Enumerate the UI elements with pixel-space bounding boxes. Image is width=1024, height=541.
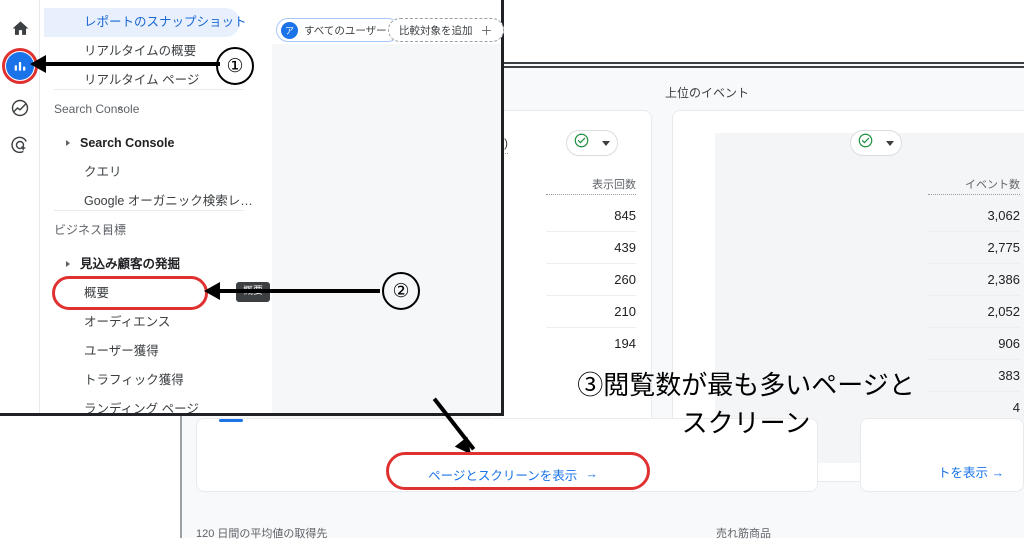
sidebar-item-label: リアルタイム ページ (84, 73, 200, 87)
right-card-status-dropdown[interactable] (850, 130, 902, 156)
left-card-metric-header: 表示回数 (546, 176, 636, 195)
audience-filter-label: すべてのユーザー (304, 24, 387, 37)
nav-divider (54, 89, 244, 90)
add-comparison-pill[interactable]: 比較対象を追加 ＋ (388, 18, 504, 42)
sidebar-item-0[interactable]: レポートのスナップショット (44, 8, 247, 37)
sidebar-item-5[interactable]: クエリ (40, 158, 122, 187)
view-events-link[interactable]: トを表示 → (938, 462, 1004, 481)
cards-panel-divider (490, 66, 1024, 68)
top-pages-value-cell: 194 (614, 336, 636, 351)
annotation-step-3-line2: スクリーン (681, 408, 811, 439)
explore-icon[interactable] (6, 94, 34, 122)
audience-avatar-icon: ア (281, 21, 298, 39)
top-events-value-cell: 2,052 (928, 296, 1020, 328)
annotation-1-arrow-head (30, 55, 46, 73)
sidebar-item-label: クエリ (84, 165, 122, 179)
top-pages-value-cell: 260 (546, 264, 636, 296)
sidebar-item-12[interactable]: トラフィック獲得 (40, 366, 184, 395)
annotation-step-1: ① (216, 47, 254, 85)
annotation-1-arrow-line (44, 62, 220, 66)
gaiyou-highlight-oval (52, 276, 208, 310)
right-card-metric-header: イベント数 (928, 176, 1020, 195)
top-pages-value-cell: 845 (546, 200, 636, 232)
sidebar-item-label: レポートのスナップショット (84, 15, 247, 29)
sidebar-item-label: ランディング ページ (84, 402, 199, 413)
sidebar-item-label: トラフィック獲得 (84, 373, 184, 387)
sidebar-item-label: ビジネス目標 (54, 223, 127, 237)
sidebar-item-label: Search Console (54, 102, 140, 116)
annotation-2-arrow-line (218, 289, 380, 293)
sidebar-item-label: リアルタイムの概要 (84, 44, 197, 58)
bottom-right-label: 売れ筋商品 (716, 528, 771, 540)
sidebar-item-11[interactable]: ユーザー獲得 (40, 337, 159, 366)
chart-legend-swatch (219, 419, 243, 422)
annotation-step-3-line1: ③閲覧数が最も多いページと (577, 371, 915, 401)
sidebar-item-label: ユーザー獲得 (84, 344, 159, 358)
add-comparison-label: 比較対象を追加 (399, 24, 473, 37)
annotation-step-2: ② (382, 272, 420, 310)
sidebar-item-3[interactable]: Search Console ˄ (40, 95, 139, 124)
sidebar-item-4[interactable]: Search Console (40, 129, 174, 158)
annotation-step-3-text: ③閲覧数が最も多いページと スクリーン (536, 368, 956, 443)
sidebar-item-6[interactable]: Google オーガニック検索レ… (40, 187, 253, 216)
top-events-value-cell: 3,062 (928, 200, 1020, 232)
green-check-icon (574, 133, 589, 153)
chevron-down-icon (602, 140, 611, 146)
view-events-link-label: トを表示 (938, 466, 989, 480)
expand-triangle-icon[interactable] (66, 140, 70, 146)
top-events-value-cell: 2,386 (928, 264, 1020, 296)
top-pages-value-cell: 439 (546, 232, 636, 264)
report-content-placeholder (272, 44, 501, 413)
sidebar-item-label: 見込み顧客の発掘 (80, 257, 181, 271)
sidebar-item-2[interactable]: リアルタイム ページ (40, 66, 199, 95)
arrow-right-icon: → (991, 466, 1005, 480)
top-pages-value-cell: 210 (546, 296, 636, 328)
audience-filter-pill[interactable]: ア すべてのユーザー (276, 18, 400, 42)
sidebar-item-7[interactable]: ビジネス目標 ˄ (40, 216, 126, 245)
chevron-up-icon[interactable]: ˄ (118, 95, 124, 124)
home-icon[interactable] (6, 14, 34, 42)
annotation-2-arrow-head (204, 282, 220, 300)
chevron-up-icon[interactable]: ˄ (104, 216, 110, 245)
plus-icon: ＋ (480, 23, 493, 38)
sidebar-item-label: Google オーガニック検索レ… (84, 194, 253, 208)
top-events-value-cell: 906 (928, 328, 1020, 360)
left-card-value-column: 845 439 260 210 194 (546, 200, 636, 359)
sidebar-item-13[interactable]: ランディング ページ (40, 395, 199, 413)
sidebar-item-label: オーディエンス (84, 315, 171, 329)
sidebar-item-label: Search Console (80, 136, 175, 150)
chevron-down-icon (886, 140, 895, 146)
top-events-card-title: 上位のイベント (665, 86, 750, 100)
green-check-icon (858, 133, 873, 153)
bottom-left-label: 120 日間の平均値の取得先 (196, 528, 328, 540)
sidebar-item-10[interactable]: オーディエンス (40, 308, 170, 337)
view-pages-highlight-oval (386, 452, 650, 490)
left-card-status-dropdown[interactable] (566, 130, 618, 156)
sidebar-item-8[interactable]: 見込み顧客の発掘 (40, 250, 180, 279)
advertising-icon[interactable] (6, 131, 34, 159)
nav-divider (54, 210, 244, 211)
top-events-value-cell: 2,775 (928, 232, 1020, 264)
expand-triangle-icon[interactable] (66, 261, 70, 267)
